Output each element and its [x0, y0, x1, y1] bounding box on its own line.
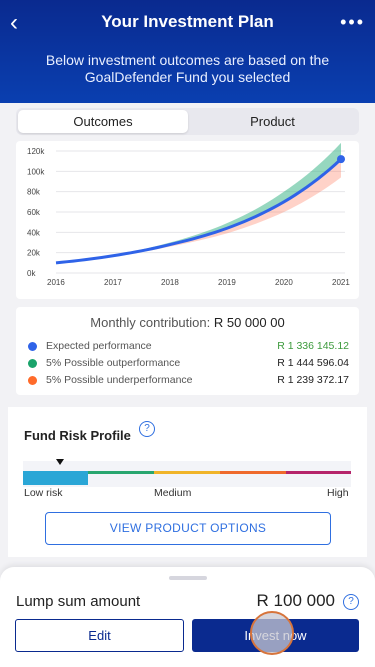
expected-end-point — [337, 155, 345, 164]
header-bar: ‹ Your Investment Plan ••• Below investm… — [0, 0, 375, 103]
list-item: 5% Possible underperformance R 1 239 372… — [28, 373, 349, 389]
contribution-value: R 50 000 00 — [213, 315, 285, 330]
x-tick-label: 2019 — [218, 278, 236, 287]
monthly-contribution: Monthly contribution: R 50 000 00 — [16, 315, 359, 330]
x-tick-label: 2016 — [47, 278, 65, 287]
legend-value: R 1 336 145.12 — [277, 340, 349, 352]
y-tick-label: 40k — [27, 228, 41, 237]
question-circle-icon[interactable]: ? — [139, 421, 155, 437]
y-tick-label: 20k — [27, 249, 41, 258]
expected-line — [55, 158, 343, 265]
tab-product[interactable]: Product — [188, 110, 357, 133]
risk-pointer-icon — [56, 459, 64, 465]
list-item: 5% Possible outperformance R 1 444 596.0… — [28, 356, 349, 372]
list-item: Expected performance R 1 336 145.12 — [28, 339, 349, 355]
y-tick-label: 60k — [27, 208, 41, 217]
x-tick-label: 2017 — [104, 278, 122, 287]
view-product-options-button[interactable]: VIEW PRODUCT OPTIONS — [45, 512, 331, 545]
touch-indicator — [250, 611, 294, 655]
risk-title: Fund Risk Profile — [24, 428, 131, 443]
legend-value: R 1 239 372.17 — [277, 374, 349, 386]
risk-profile-card: Fund Risk Profile ? Low risk Medium High… — [8, 407, 367, 557]
question-circle-icon[interactable]: ? — [343, 594, 359, 610]
legend-value: R 1 444 596.04 — [277, 357, 349, 369]
y-tick-label: 0k — [27, 269, 36, 278]
lump-sum-label: Lump sum amount — [16, 593, 141, 610]
header-subtitle: Below investment outcomes are based on t… — [45, 52, 330, 85]
risk-low-label: Low risk — [24, 487, 63, 499]
risk-high-label: High — [327, 487, 349, 499]
x-tick-label: 2018 — [161, 278, 179, 287]
legend-dot — [28, 342, 37, 351]
legend-label: 5% Possible outperformance — [46, 357, 181, 369]
legend-label: Expected performance — [46, 340, 152, 352]
contribution-card: Monthly contribution: R 50 000 00 Expect… — [16, 307, 359, 395]
x-tick-label: 2021 — [332, 278, 350, 287]
legend-dot — [28, 376, 37, 385]
tab-outcomes[interactable]: Outcomes — [18, 110, 188, 133]
more-icon[interactable]: ••• — [340, 12, 365, 33]
risk-segment — [220, 471, 286, 474]
risk-medium-label: Medium — [154, 487, 192, 499]
projection-chart: 0k 20k 40k 60k 80k 100k 120k 2016 2017 2018 2019 20… — [27, 142, 350, 287]
risk-level-indicator — [23, 471, 88, 485]
drag-handle[interactable] — [169, 576, 207, 580]
contribution-label: Monthly contribution: — [90, 315, 211, 330]
y-tick-label: 100k — [27, 167, 45, 176]
y-tick-label: 80k — [27, 188, 41, 197]
edit-button[interactable]: Edit — [15, 619, 184, 652]
legend-dot — [28, 359, 37, 368]
risk-segment — [154, 471, 220, 474]
page-title: Your Investment Plan — [101, 12, 274, 31]
lump-sum-value: R 100 000 — [256, 591, 335, 610]
y-tick-label: 120k — [27, 147, 45, 156]
tab-switcher: Outcomes Product — [16, 108, 359, 135]
underperformance-band — [56, 159, 341, 263]
x-tick-label: 2020 — [275, 278, 293, 287]
legend-label: 5% Possible underperformance — [46, 374, 193, 386]
risk-segment — [286, 471, 351, 474]
bottom-sheet: Lump sum amount R 100 000 ? Edit Invest … — [0, 567, 375, 667]
risk-segment — [88, 471, 154, 474]
risk-scale — [23, 459, 351, 487]
chart-card: 0k 20k 40k 60k 80k 100k 120k 2016 2017 2018 2019 20… — [16, 141, 359, 299]
